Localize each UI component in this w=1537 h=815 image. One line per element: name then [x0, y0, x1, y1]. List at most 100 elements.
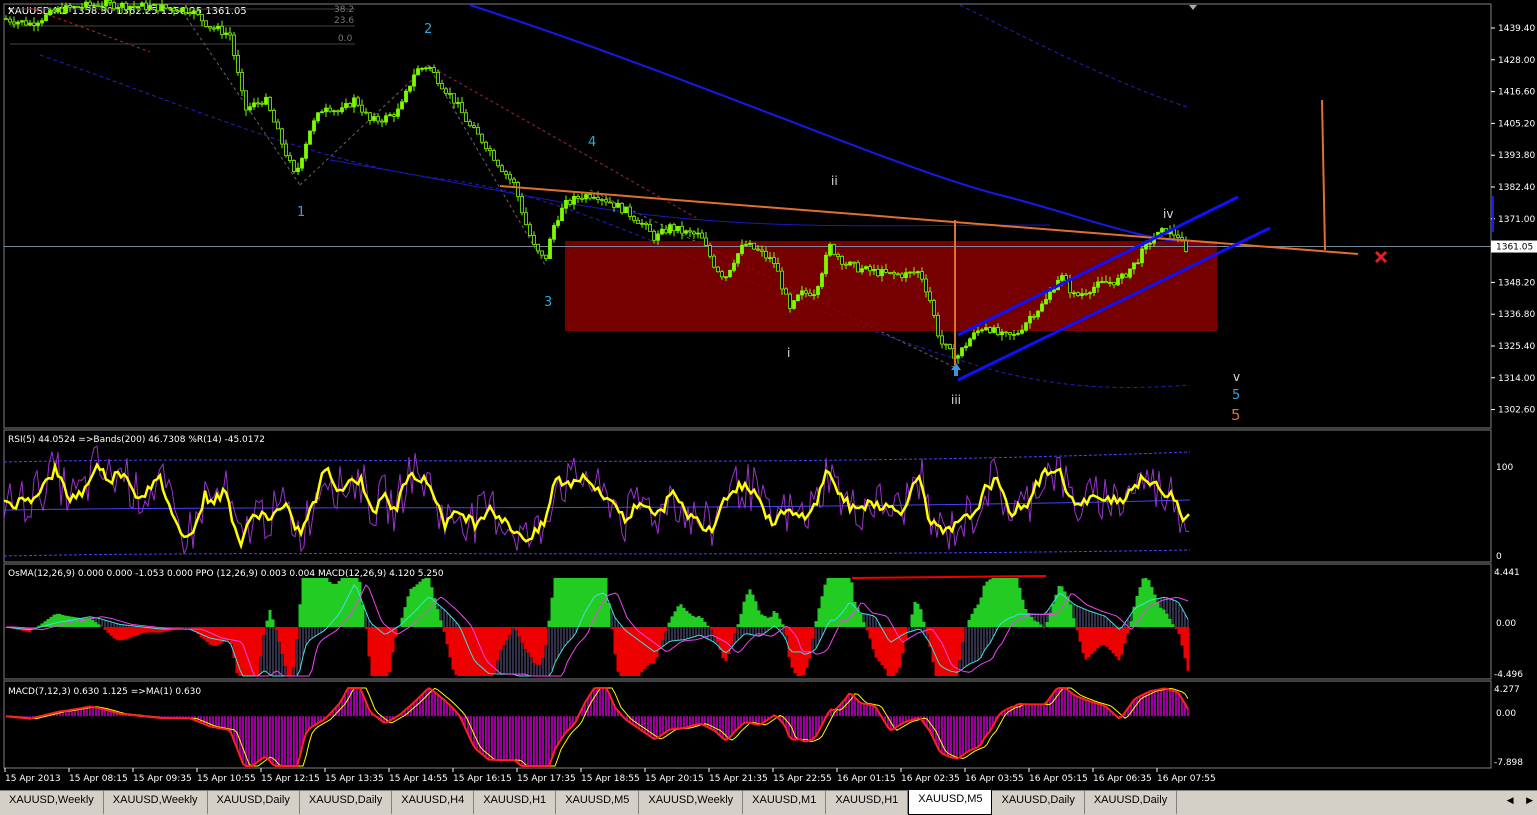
candle-body — [1129, 269, 1132, 277]
osma-bar — [215, 627, 218, 646]
wave-label-iv: iv — [1163, 207, 1173, 221]
candle-body — [173, 8, 176, 10]
candle-body — [825, 255, 828, 273]
osma-bar — [1025, 609, 1028, 627]
osma-bar — [731, 627, 734, 644]
tab-xauusd-weekly[interactable]: XAUUSD,Weekly — [639, 791, 743, 814]
tab-xauusd-daily[interactable]: XAUUSD,Daily — [1085, 791, 1177, 814]
candle-body — [617, 203, 620, 207]
candle-body — [145, 3, 148, 9]
tab-xauusd-daily[interactable]: XAUUSD,Daily — [300, 791, 392, 814]
osma-bar — [554, 578, 557, 627]
tab-xauusd-m5[interactable]: XAUUSD,M5 — [908, 790, 992, 815]
osma-bar — [50, 617, 53, 627]
osma-bar — [1103, 627, 1106, 645]
osma-bar — [761, 614, 764, 627]
osma-bar — [452, 627, 455, 670]
osma-bar — [47, 619, 50, 627]
tab-scroll-right-icon[interactable]: ▶ — [1526, 795, 1533, 805]
candle-body — [365, 112, 368, 113]
tab-xauusd-h1[interactable]: XAUUSD,H1 — [474, 791, 556, 814]
osma-bar — [68, 616, 71, 627]
macd-tick-zero: 0.00 — [1496, 709, 1516, 719]
fib-label-23: 23.6 — [334, 16, 354, 26]
tab-xauusd-weekly[interactable]: XAUUSD,Weekly — [104, 791, 208, 814]
osma-bar — [968, 620, 971, 627]
candle-body — [829, 244, 832, 255]
candle-body — [701, 233, 704, 238]
candle-body — [625, 207, 628, 213]
candle-body — [937, 315, 940, 336]
candle-body — [17, 22, 20, 24]
candle-body — [809, 293, 812, 295]
osma-bar — [998, 578, 1001, 627]
osma-bar — [827, 578, 830, 627]
candle-body — [693, 232, 696, 234]
tab-xauusd-m1[interactable]: XAUUSD,M1 — [743, 791, 826, 814]
candle-body — [489, 149, 492, 151]
osma-bar — [1076, 627, 1079, 630]
osma-bar — [200, 627, 203, 637]
osma-bar — [443, 627, 446, 632]
osma-bar — [707, 626, 710, 627]
time-tick-label: 16 Apr 06:35 — [1093, 774, 1152, 784]
candle-body — [801, 291, 804, 295]
chart-area[interactable]: XAUUSD,M5 1358.30 1362.25 1358.25 1361.0… — [0, 0, 1537, 790]
osma-bar — [536, 627, 539, 665]
candle-body — [165, 5, 168, 8]
osma-bar — [812, 627, 815, 639]
tab-xauusd-daily[interactable]: XAUUSD,Daily — [992, 791, 1084, 814]
tab-scroll-controls: ◀ ▶ — [1497, 795, 1533, 806]
osma-bar — [311, 578, 314, 627]
candle-body — [445, 89, 448, 93]
candle-body — [305, 144, 308, 158]
osma-bar — [359, 582, 362, 627]
osma-bar — [680, 604, 683, 627]
tab-xauusd-m5[interactable]: XAUUSD,M5 — [556, 791, 639, 814]
candle-body — [609, 202, 612, 203]
time-tick-label: 15 Apr 13:35 — [325, 774, 384, 784]
osma-bar — [1010, 578, 1013, 627]
candle-body — [77, 6, 80, 7]
osma-bar — [608, 603, 611, 627]
osma-bar — [656, 627, 659, 658]
rsi-tick-0: 0 — [1496, 552, 1502, 562]
osma-bar — [785, 627, 788, 635]
osma-bar — [1121, 627, 1124, 654]
osma-bar — [338, 581, 341, 627]
candle-body — [649, 225, 652, 232]
tab-scroll-left-icon[interactable]: ◀ — [1507, 795, 1514, 805]
osma-bar — [596, 578, 599, 627]
osma-bar — [899, 627, 902, 668]
osma-bar — [1148, 580, 1151, 627]
candle-body — [869, 267, 872, 271]
osma-bar — [293, 627, 296, 667]
tab-xauusd-h1[interactable]: XAUUSD,H1 — [826, 791, 908, 814]
osma-bar — [671, 616, 674, 627]
candle-body — [121, 3, 124, 7]
candle-body — [1085, 294, 1088, 295]
candle-body — [45, 15, 48, 21]
osma-bar — [977, 604, 980, 627]
tab-xauusd-daily[interactable]: XAUUSD,Daily — [208, 791, 300, 814]
candle-body — [873, 269, 876, 270]
candle-body — [685, 231, 688, 233]
candle-body — [673, 225, 676, 231]
osma-bar — [116, 627, 119, 640]
candle-body — [277, 122, 280, 129]
time-tick-label: 15 Apr 09:35 — [133, 774, 192, 784]
candle-body — [941, 336, 944, 344]
candle-body — [101, 6, 104, 7]
tab-xauusd-h4[interactable]: XAUUSD,H4 — [392, 791, 474, 814]
candle-body — [421, 68, 424, 69]
macd-tick-max: 4.277 — [1494, 685, 1520, 695]
wave-label-ii: ii — [831, 174, 838, 188]
candle-body — [501, 166, 504, 172]
candle-body — [453, 94, 456, 103]
candle-body — [857, 263, 860, 272]
candle-body — [737, 254, 740, 264]
candle-body — [1117, 278, 1120, 285]
tab-xauusd-weekly[interactable]: XAUUSD,Weekly — [0, 791, 104, 814]
osma-bar — [650, 627, 653, 664]
osma-bar — [107, 627, 110, 633]
